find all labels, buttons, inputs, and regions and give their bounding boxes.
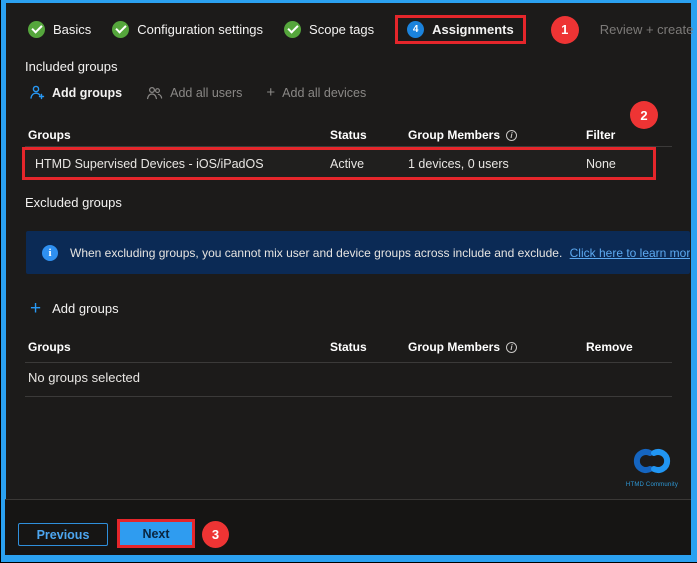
- people-icon: [146, 86, 163, 100]
- info-banner-icon: i: [42, 245, 58, 261]
- col-group-members-label: Group Members: [408, 128, 500, 142]
- add-all-users-button[interactable]: Add all users: [146, 86, 242, 100]
- tab-assignments[interactable]: 4 Assignments: [407, 21, 514, 38]
- info-banner: i When excluding groups, you cannot mix …: [26, 231, 690, 274]
- annotation-step-2: 2: [630, 101, 658, 129]
- col-group-members: Group Members i: [408, 340, 586, 354]
- col-group-members-label: Group Members: [408, 340, 500, 354]
- plus-icon: +: [30, 299, 41, 318]
- info-banner-message: When excluding groups, you cannot mix us…: [70, 246, 562, 260]
- add-all-devices-label: Add all devices: [282, 86, 366, 100]
- check-circle-icon: [284, 21, 301, 38]
- members-cell[interactable]: 1 devices, 0 users: [408, 157, 586, 171]
- col-remove: Remove: [586, 340, 672, 354]
- included-groups-toolbar: Add groups Add all users + Add all devic…: [29, 85, 366, 100]
- plus-icon: +: [266, 85, 275, 100]
- group-name-cell[interactable]: HTMD Supervised Devices - iOS/iPadOS: [35, 157, 330, 171]
- htmd-logo-icon: [629, 446, 675, 476]
- add-all-users-label: Add all users: [170, 86, 242, 100]
- add-groups-button[interactable]: Add groups: [29, 85, 122, 100]
- htmd-community-logo: HTMD Community: [620, 446, 684, 488]
- tab-label: Configuration settings: [137, 22, 263, 37]
- next-button[interactable]: Next: [120, 522, 192, 545]
- annotation-step-1: 1: [551, 16, 579, 44]
- annotation-box-assignments: 4 Assignments: [395, 15, 526, 44]
- tab-label: Basics: [53, 22, 91, 37]
- excluded-add-groups-button[interactable]: + Add groups: [30, 299, 119, 318]
- tab-label: Assignments: [432, 22, 514, 37]
- annotation-box-next: Next: [117, 519, 195, 548]
- col-status: Status: [330, 128, 408, 142]
- tab-label: Scope tags: [309, 22, 374, 37]
- col-groups: Groups: [25, 340, 330, 354]
- table-bottom-divider: [25, 396, 672, 397]
- col-filter: Filter: [586, 128, 672, 142]
- included-table-header: Groups Status Group Members i Filter: [25, 128, 672, 142]
- table-header-divider: [25, 362, 672, 363]
- col-group-members: Group Members i: [408, 128, 586, 142]
- htmd-logo-text: HTMD Community: [620, 482, 684, 488]
- status-cell: Active: [330, 157, 408, 171]
- excluded-add-groups-label: Add groups: [52, 301, 119, 316]
- info-icon[interactable]: i: [506, 342, 517, 353]
- add-all-devices-button[interactable]: + Add all devices: [266, 85, 366, 100]
- assignments-wizard-screen: Basics Configuration settings Scope tags…: [0, 0, 697, 563]
- filter-cell[interactable]: None: [586, 157, 653, 171]
- info-icon[interactable]: i: [506, 130, 517, 141]
- tab-review-create[interactable]: Review + create: [600, 22, 694, 37]
- step-number-icon: 4: [407, 21, 424, 38]
- col-groups: Groups: [25, 128, 330, 142]
- check-circle-icon: [28, 21, 45, 38]
- tab-configuration-settings[interactable]: Configuration settings: [112, 21, 263, 38]
- no-groups-selected-text: No groups selected: [28, 370, 140, 385]
- annotation-step-3: 3: [202, 521, 229, 548]
- excluded-table-header: Groups Status Group Members i Remove: [25, 340, 672, 354]
- included-groups-heading: Included groups: [25, 59, 118, 74]
- tab-scope-tags[interactable]: Scope tags: [284, 21, 374, 38]
- col-status: Status: [330, 340, 408, 354]
- previous-button[interactable]: Previous: [18, 523, 108, 546]
- check-circle-icon: [112, 21, 129, 38]
- tab-basics[interactable]: Basics: [28, 21, 91, 38]
- learn-more-link[interactable]: Click here to learn more about: [570, 246, 690, 260]
- info-banner-text: When excluding groups, you cannot mix us…: [70, 246, 690, 260]
- person-add-icon: [29, 85, 45, 100]
- add-groups-label: Add groups: [52, 86, 122, 100]
- tab-label: Review + create: [600, 22, 694, 37]
- annotation-box-included-row: HTMD Supervised Devices - iOS/iPadOS Act…: [22, 147, 656, 180]
- excluded-groups-heading: Excluded groups: [25, 195, 122, 210]
- wizard-step-tabs: Basics Configuration settings Scope tags…: [28, 13, 693, 46]
